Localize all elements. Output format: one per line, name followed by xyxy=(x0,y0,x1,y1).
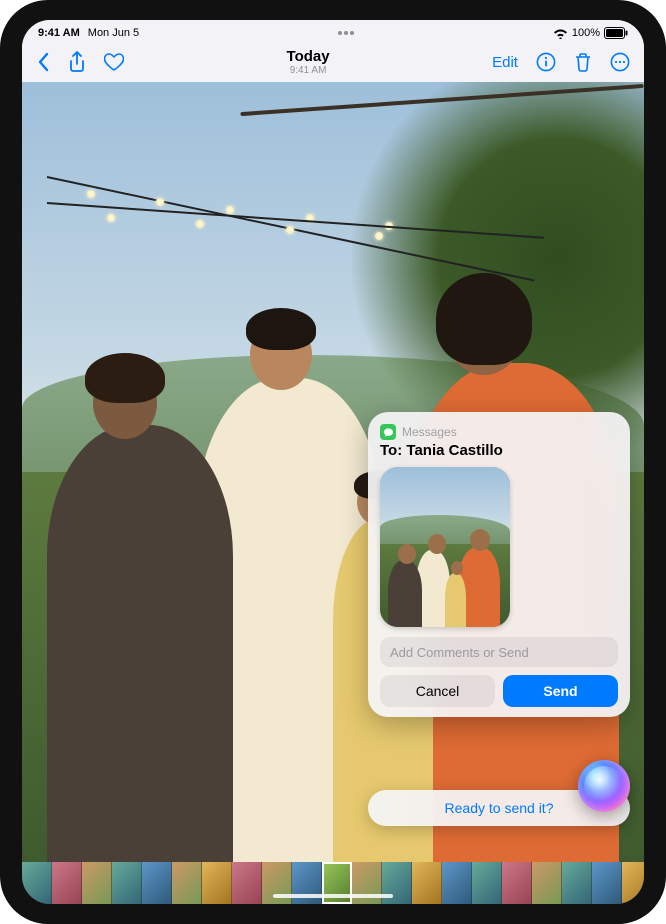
back-button[interactable] xyxy=(36,52,50,72)
thumbnail[interactable] xyxy=(442,862,472,904)
thumbnail[interactable] xyxy=(202,862,232,904)
messages-recipient-line: To: Tania Castillo xyxy=(380,442,618,459)
thumbnail[interactable] xyxy=(622,862,644,904)
edit-button[interactable]: Edit xyxy=(492,54,518,71)
nav-subtitle: 9:41 AM xyxy=(287,65,330,77)
more-button[interactable] xyxy=(610,52,630,72)
share-button[interactable] xyxy=(68,51,86,73)
ipad-frame: 9:41 AM Mon Jun 5 100% xyxy=(0,0,666,924)
nav-title: Today xyxy=(287,48,330,65)
thumbnail[interactable] xyxy=(412,862,442,904)
send-button[interactable]: Send xyxy=(503,675,618,707)
multitask-dots[interactable] xyxy=(338,31,354,35)
messages-app-label: Messages xyxy=(402,425,457,439)
info-button[interactable] xyxy=(536,52,556,72)
thumbnail[interactable] xyxy=(562,862,592,904)
thumbnail[interactable] xyxy=(472,862,502,904)
status-time: 9:41 AM xyxy=(38,27,80,39)
photo-view[interactable]: Messages To: Tania Castillo Add Comments… xyxy=(22,82,644,862)
wifi-icon xyxy=(553,28,568,39)
home-indicator[interactable] xyxy=(273,894,393,898)
thumbnail[interactable] xyxy=(592,862,622,904)
thumbnail[interactable] xyxy=(532,862,562,904)
photo-toolbar: Today 9:41 AM Edit xyxy=(22,42,644,82)
message-comment-input[interactable]: Add Comments or Send xyxy=(380,637,618,667)
status-date: Mon Jun 5 xyxy=(88,27,139,39)
screen: 9:41 AM Mon Jun 5 100% xyxy=(22,20,644,904)
thumbnail[interactable] xyxy=(232,862,262,904)
messages-app-icon xyxy=(380,424,396,440)
thumbnail[interactable] xyxy=(502,862,532,904)
thumbnail[interactable] xyxy=(52,862,82,904)
battery-icon xyxy=(604,27,628,39)
thumbnail[interactable] xyxy=(142,862,172,904)
delete-button[interactable] xyxy=(574,52,592,72)
thumbnail[interactable] xyxy=(22,862,52,904)
thumbnail[interactable] xyxy=(82,862,112,904)
cancel-button[interactable]: Cancel xyxy=(380,675,495,707)
battery-percent: 100% xyxy=(572,27,600,39)
siri-orb-icon[interactable] xyxy=(578,760,630,812)
status-bar: 9:41 AM Mon Jun 5 100% xyxy=(22,20,644,42)
favorite-button[interactable] xyxy=(104,53,124,71)
siri-messages-card: Messages To: Tania Castillo Add Comments… xyxy=(368,412,630,717)
message-attachment-preview[interactable] xyxy=(380,467,510,627)
thumbnail[interactable] xyxy=(112,862,142,904)
thumbnail[interactable] xyxy=(172,862,202,904)
